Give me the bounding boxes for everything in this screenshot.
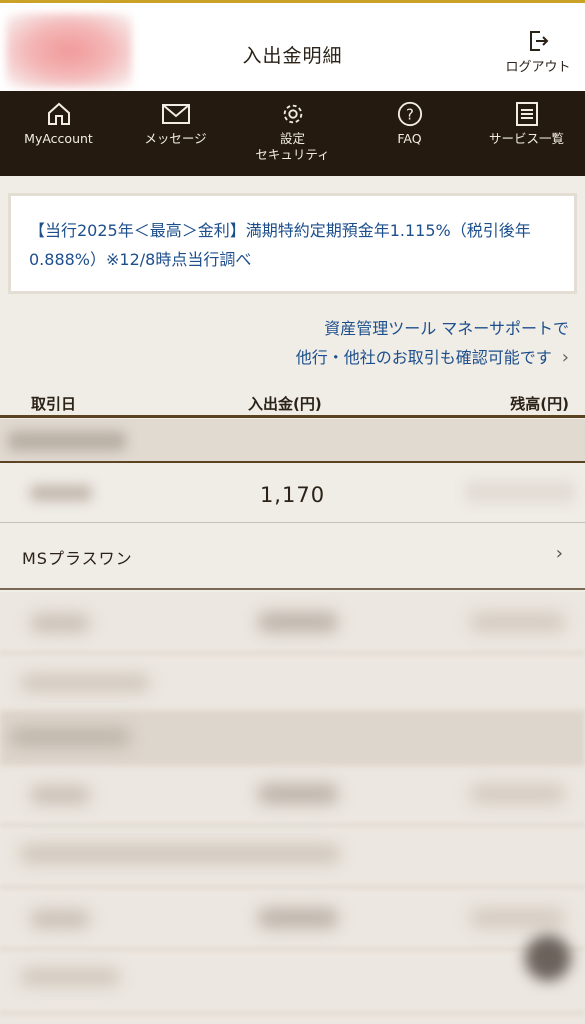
nav-item-myaccount[interactable]: MyAccount: [0, 91, 117, 176]
header-amount: 入出金(円): [248, 395, 322, 413]
money-support-link[interactable]: 資産管理ツール マネーサポートで 他行・他社のお取引も確認可能です ›: [209, 314, 569, 372]
nav-item-services[interactable]: サービス一覧: [468, 91, 585, 176]
nav-item-messages[interactable]: メッセージ: [117, 91, 234, 176]
transaction-table-header: 取引日 入出金(円) 残高(円): [0, 388, 585, 418]
logout-icon: [530, 31, 549, 51]
date-group-header: [0, 419, 585, 463]
blurred-cell: [258, 784, 338, 804]
blurred-transactions: [0, 592, 585, 1024]
logout-label: ログアウト: [505, 60, 571, 75]
nav-label-faq: FAQ: [397, 131, 422, 146]
blurred-divider: [0, 652, 585, 654]
blurred-cell: [470, 612, 565, 632]
transaction-detail-row[interactable]: MSプラスワン ›: [0, 523, 585, 590]
nav-label-myaccount: MyAccount: [24, 131, 93, 146]
blurred-divider: [0, 824, 585, 826]
logout-button[interactable]: ログアウト: [499, 29, 577, 85]
blurred-cell: [20, 844, 340, 864]
mail-icon: [161, 104, 190, 124]
app-header: 入出金明細 ログアウト: [0, 0, 585, 91]
main-nav: MyAccount メッセージ 設定 セキュリティ ? FAQ サービス一覧: [0, 91, 585, 176]
blurred-cell: [30, 786, 90, 804]
redacted-date: [8, 431, 126, 451]
page-title: 入出金明細: [242, 45, 343, 67]
blurred-cell: [30, 614, 90, 632]
nav-label-messages: メッセージ: [144, 131, 207, 146]
blurred-divider: [0, 1012, 585, 1014]
nav-item-settings[interactable]: 設定 セキュリティ: [234, 91, 351, 176]
blurred-divider: [0, 948, 585, 950]
table-row: 1,170: [0, 465, 585, 523]
nav-item-faq[interactable]: ? FAQ: [351, 91, 468, 176]
header-balance: 残高(円): [510, 395, 569, 413]
home-icon: [47, 102, 70, 125]
scroll-to-top-button[interactable]: [525, 935, 571, 981]
svg-text:?: ?: [406, 106, 414, 124]
nav-label-settings: 設定 セキュリティ: [255, 131, 330, 162]
redacted-balance: [465, 481, 575, 503]
interest-rate-notice[interactable]: 【当行2025年＜最高＞金利】満期特約定期預金年1.115%（税引後年0.888…: [8, 193, 577, 294]
chevron-right-icon: ›: [561, 347, 569, 368]
nav-label-services: サービス一覧: [488, 131, 564, 146]
list-icon: [515, 102, 538, 126]
header-date: 取引日: [31, 395, 77, 413]
blurred-cell: [30, 910, 90, 928]
chevron-right-icon: ›: [555, 543, 563, 564]
blurred-divider: [0, 886, 585, 888]
gear-icon: [283, 104, 302, 124]
blurred-cell: [258, 612, 338, 632]
blurred-cell: [20, 674, 150, 692]
promo-line-2: 他行・他社のお取引も確認可能です: [295, 348, 552, 367]
blurred-cell: [20, 968, 120, 986]
blurred-cell: [258, 908, 338, 928]
blurred-cell: [10, 727, 130, 747]
promo-line-2-wrap: 他行・他社のお取引も確認可能です ›: [209, 343, 569, 372]
question-icon: ?: [397, 101, 422, 127]
blurred-cell: [470, 784, 565, 804]
promo-line-1: 資産管理ツール マネーサポートで: [324, 319, 569, 338]
transaction-description: MSプラスワン: [22, 549, 133, 568]
blurred-cell: [470, 908, 565, 928]
